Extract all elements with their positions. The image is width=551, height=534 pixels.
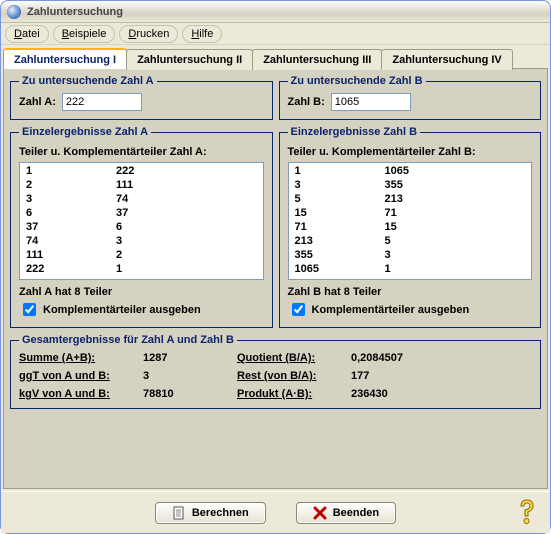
label-zahl-a: Zahl A: xyxy=(19,96,56,108)
group-results-a: Einzelergebnisse Zahl A Teiler u. Komple… xyxy=(10,126,273,328)
list-item[interactable]: 3355 xyxy=(289,178,532,192)
input-zahl-a[interactable] xyxy=(62,93,142,111)
key-sum: Summe (A+B): xyxy=(19,352,139,364)
list-item[interactable]: 376 xyxy=(20,220,263,234)
help-icon[interactable] xyxy=(512,496,542,526)
list-item[interactable]: 3553 xyxy=(289,248,532,262)
list-item[interactable]: 2221 xyxy=(20,262,263,276)
tab-page: Zu untersuchende Zahl A Zahl A: Zu unter… xyxy=(3,68,548,489)
listbox-divisors-b[interactable]: 1106533555213157171152135355310651 xyxy=(288,162,533,280)
menubar: Datei Beispiele Drucken Hilfe xyxy=(1,23,550,45)
key-produkt: Produkt (A·B): xyxy=(237,388,347,400)
window-title: Zahluntersuchung xyxy=(27,6,123,18)
list-item[interactable]: 1112 xyxy=(20,248,263,262)
list-item[interactable]: 7115 xyxy=(289,220,532,234)
val-sum: 1287 xyxy=(143,352,233,364)
checkbox-complement-a[interactable]: Komplementärteiler ausgeben xyxy=(19,300,264,319)
app-window: Zahluntersuchung Datei Beispiele Drucken… xyxy=(0,0,551,534)
menu-beispiele[interactable]: Beispiele xyxy=(53,25,116,43)
val-produkt: 236430 xyxy=(351,388,431,400)
list-item[interactable]: 11065 xyxy=(289,164,532,178)
checkbox-complement-b[interactable]: Komplementärteiler ausgeben xyxy=(288,300,533,319)
checkbox-complement-a-input[interactable] xyxy=(23,303,36,316)
label-zahl-b: Zahl B: xyxy=(288,96,325,108)
legend-input-a: Zu untersuchende Zahl A xyxy=(19,75,157,87)
list-item[interactable]: 2111 xyxy=(20,178,263,192)
key-ggt: ggT von A und B: xyxy=(19,370,139,382)
berechnen-label: Berechnen xyxy=(192,507,249,519)
val-ggt: 3 xyxy=(143,370,233,382)
list-item[interactable]: 2135 xyxy=(289,234,532,248)
val-quotient: 0,2084507 xyxy=(351,352,431,364)
group-total-results: Gesamtergebnisse für Zahl A und Zahl B S… xyxy=(10,334,541,409)
list-item[interactable]: 5213 xyxy=(289,192,532,206)
menu-hilfe[interactable]: Hilfe xyxy=(182,25,222,43)
menu-drucken[interactable]: Drucken xyxy=(119,25,178,43)
berechnen-button[interactable]: Berechnen xyxy=(155,502,266,524)
sub-results-a: Teiler u. Komplementärteiler Zahl A: xyxy=(19,146,264,158)
group-input-a: Zu untersuchende Zahl A Zahl A: xyxy=(10,75,273,120)
checkbox-complement-b-input[interactable] xyxy=(292,303,305,316)
list-item[interactable]: 637 xyxy=(20,206,263,220)
group-input-b: Zu untersuchende Zahl B Zahl B: xyxy=(279,75,542,120)
list-item[interactable]: 374 xyxy=(20,192,263,206)
tab-zahluntersuchung-1[interactable]: Zahluntersuchung I xyxy=(3,48,127,69)
legend-total: Gesamtergebnisse für Zahl A und Zahl B xyxy=(19,334,237,346)
app-icon xyxy=(7,5,21,19)
key-quotient: Quotient (B/A): xyxy=(237,352,347,364)
legend-results-b: Einzelergebnisse Zahl B xyxy=(288,126,421,138)
beenden-label: Beenden xyxy=(333,507,379,519)
val-rest: 177 xyxy=(351,370,431,382)
list-item[interactable]: 10651 xyxy=(289,262,532,276)
input-zahl-b[interactable] xyxy=(331,93,411,111)
tab-zahluntersuchung-2[interactable]: Zahluntersuchung II xyxy=(126,49,253,70)
tab-zahluntersuchung-4[interactable]: Zahluntersuchung IV xyxy=(381,49,512,70)
titlebar[interactable]: Zahluntersuchung xyxy=(1,1,550,23)
listbox-divisors-a[interactable]: 1222211137463737674311122221 xyxy=(19,162,264,280)
val-kgv: 78810 xyxy=(143,388,233,400)
key-rest: Rest (von B/A): xyxy=(237,370,347,382)
document-icon xyxy=(172,506,186,520)
sub-results-b: Teiler u. Komplementärteiler Zahl B: xyxy=(288,146,533,158)
footer: Berechnen Beenden xyxy=(1,491,550,533)
list-item[interactable]: 1571 xyxy=(289,206,532,220)
tab-zahluntersuchung-3[interactable]: Zahluntersuchung III xyxy=(252,49,382,70)
beenden-button[interactable]: Beenden xyxy=(296,502,396,524)
menu-datei[interactable]: Datei xyxy=(5,25,49,43)
count-b: Zahl B hat 8 Teiler xyxy=(288,286,533,298)
close-icon xyxy=(313,506,327,520)
key-kgv: kgV von A und B: xyxy=(19,388,139,400)
list-item[interactable]: 743 xyxy=(20,234,263,248)
group-results-b: Einzelergebnisse Zahl B Teiler u. Komple… xyxy=(279,126,542,328)
tab-bar: Zahluntersuchung I Zahluntersuchung II Z… xyxy=(1,45,550,68)
legend-input-b: Zu untersuchende Zahl B xyxy=(288,75,426,87)
count-a: Zahl A hat 8 Teiler xyxy=(19,286,264,298)
list-item[interactable]: 1222 xyxy=(20,164,263,178)
legend-results-a: Einzelergebnisse Zahl A xyxy=(19,126,151,138)
